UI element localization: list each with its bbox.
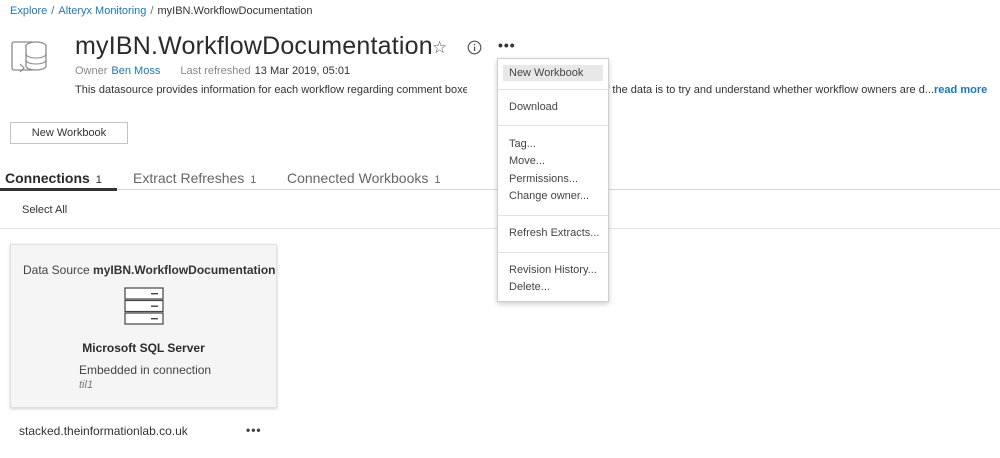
page-title: myIBN.WorkflowDocumentation [75, 32, 433, 60]
database-server-icon [124, 287, 164, 325]
card-title-prefix: Data Source [23, 263, 90, 277]
menu-item-refresh-extracts[interactable]: Refresh Extracts... [509, 227, 599, 239]
menu-divider [498, 252, 608, 253]
menu-item-change-owner[interactable]: Change owner... [509, 190, 589, 202]
owner-link[interactable]: Ben Moss [111, 65, 160, 77]
select-all-button[interactable]: Select All [22, 204, 67, 216]
last-refreshed-value: 13 Mar 2019, 05:01 [254, 65, 351, 77]
star-icon[interactable]: ☆ [432, 38, 447, 58]
connection-auth: Embedded in connection [79, 363, 212, 377]
connection-user: til1 [79, 379, 94, 391]
breadcrumb-alteryx-monitoring[interactable]: Alteryx Monitoring [58, 5, 146, 17]
owner-label: Owner [75, 65, 108, 77]
last-refreshed-label: Last refreshed [180, 65, 251, 77]
datasource-meta: Owner Ben Moss Last refreshed 13 Mar 2019, … [75, 65, 350, 77]
menu-item-new-workbook[interactable]: New Workbook [503, 65, 603, 81]
menu-item-permissions[interactable]: Permissions... [509, 173, 578, 185]
active-tab-indicator [0, 188, 117, 191]
server-name: stacked.theinformationlab.co.uk [19, 424, 188, 438]
menu-item-delete[interactable]: Delete... [509, 281, 550, 293]
menu-item-move[interactable]: Move... [509, 155, 545, 167]
connection-more-icon[interactable]: ••• [246, 423, 262, 437]
connection-card[interactable]: Data Source myIBN.WorkflowDocumentation … [10, 244, 277, 408]
breadcrumb-current: myIBN.WorkflowDocumentation [157, 5, 313, 17]
card-title: Data Source myIBN.WorkflowDocumentation [23, 263, 276, 277]
tab-count: 1 [250, 174, 257, 186]
tab-label: Connected Workbooks [287, 170, 429, 186]
breadcrumb-separator: / [51, 5, 55, 17]
info-icon[interactable] [467, 40, 482, 55]
description-text-end: e of the data is to try and understand w… [591, 84, 935, 96]
breadcrumb-explore[interactable]: Explore [10, 5, 47, 17]
menu-item-tag[interactable]: Tag... [509, 138, 536, 150]
menu-item-revision-history[interactable]: Revision History... [509, 264, 597, 276]
menu-divider [498, 89, 608, 90]
breadcrumb-separator: / [150, 5, 154, 17]
new-workbook-button[interactable]: New Workbook [10, 122, 128, 144]
tab-extract-refreshes[interactable]: Extract Refreshes 1 [133, 170, 256, 186]
datasource-icon [11, 41, 47, 73]
tab-count: 1 [95, 174, 102, 186]
menu-divider [498, 215, 608, 216]
more-icon[interactable]: ••• [498, 37, 516, 53]
tab-count: 1 [434, 174, 441, 186]
tab-label: Extract Refreshes [133, 170, 245, 186]
menu-item-download[interactable]: Download [509, 101, 558, 113]
actions-menu: New Workbook Download Tag... Move... Per… [497, 58, 609, 302]
tab-label: Connections [5, 170, 90, 186]
menu-divider [498, 125, 608, 126]
read-more-link[interactable]: read more [934, 84, 987, 96]
tab-connections[interactable]: Connections 1 [5, 170, 102, 186]
connection-type: Microsoft SQL Server [82, 341, 205, 355]
tab-connected-workbooks[interactable]: Connected Workbooks 1 [287, 170, 441, 186]
breadcrumb: Explore / Alteryx Monitoring / myIBN.Workflo… [10, 5, 313, 17]
card-datasource-name: myIBN.WorkflowDocumentation [93, 263, 276, 277]
description-text-start: This datasource provides information for… [75, 84, 467, 96]
